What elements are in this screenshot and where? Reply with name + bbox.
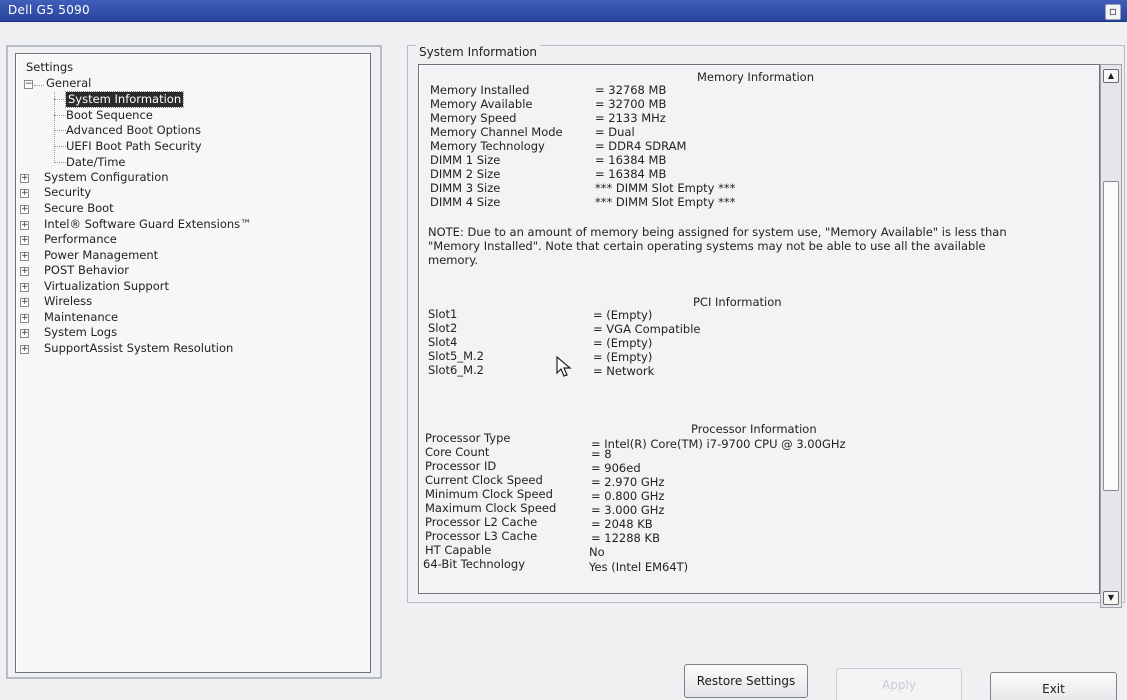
tree-item-system-logs[interactable]: System Logs: [44, 325, 117, 340]
pci-value: = Network: [593, 364, 655, 378]
expand-icon[interactable]: +: [20, 267, 29, 276]
tree-root-settings[interactable]: Settings: [26, 60, 73, 74]
restore-settings-button[interactable]: Restore Settings: [684, 664, 808, 698]
tree-item-intel-sgx[interactable]: Intel® Software Guard Extensions™: [44, 217, 252, 232]
processor-value: = 2.970 GHz: [591, 475, 665, 489]
pci-section-title: PCI Information: [693, 295, 782, 309]
memory-value: = 32700 MB: [595, 97, 667, 111]
title-bar: Dell G5 5090: [0, 0, 1127, 22]
expand-icon[interactable]: +: [20, 298, 29, 307]
processor-label: HT Capable: [425, 543, 492, 557]
processor-value: = 2048 KB: [591, 517, 653, 531]
memory-value: = 16384 MB: [595, 167, 667, 181]
pci-value: = (Empty): [593, 308, 653, 322]
processor-value: = 8: [591, 447, 612, 461]
pci-label: Slot6_M.2: [428, 363, 485, 377]
info-scrollbar[interactable]: ▲ ▼: [1100, 64, 1122, 608]
memory-value: *** DIMM Slot Empty ***: [595, 181, 736, 195]
memory-label: Memory Speed: [430, 111, 517, 125]
expand-icon[interactable]: +: [20, 283, 29, 292]
processor-label: Processor L2 Cache: [425, 515, 538, 529]
tree-item-security[interactable]: Security: [44, 185, 91, 200]
pci-label: Slot5_M.2: [428, 349, 485, 363]
memory-label: Memory Technology: [430, 139, 545, 153]
expand-icon[interactable]: +: [20, 252, 29, 261]
memory-label: Memory Installed: [430, 83, 530, 97]
expand-icon[interactable]: +: [20, 174, 29, 183]
memory-section-title: Memory Information: [697, 70, 814, 84]
pci-label: Slot1: [428, 307, 458, 321]
expand-icon[interactable]: +: [20, 189, 29, 198]
tree-item-post-behavior[interactable]: POST Behavior: [44, 263, 129, 278]
memory-label: DIMM 1 Size: [430, 153, 501, 167]
processor-value: = 0.800 GHz: [591, 489, 665, 503]
processor-value: Yes (Intel EM64T): [589, 560, 689, 574]
memory-label: Memory Channel Mode: [430, 125, 563, 139]
expand-icon[interactable]: +: [20, 345, 29, 354]
expand-icon[interactable]: +: [20, 314, 29, 323]
scroll-down-icon[interactable]: ▼: [1103, 591, 1119, 605]
processor-label: 64-Bit Technology: [423, 557, 526, 571]
window-control-icon[interactable]: ▫: [1105, 4, 1121, 20]
scroll-up-icon[interactable]: ▲: [1103, 69, 1119, 83]
settings-tree: Settings − General System Information Bo…: [15, 53, 371, 673]
processor-label: Maximum Clock Speed: [425, 501, 557, 515]
processor-value: = 906ed: [591, 461, 641, 475]
processor-label: Minimum Clock Speed: [425, 487, 553, 501]
exit-button[interactable]: Exit: [990, 672, 1117, 700]
tree-item-performance[interactable]: Performance: [44, 232, 117, 247]
tree-item-supportassist[interactable]: SupportAssist System Resolution: [44, 341, 233, 356]
collapse-icon[interactable]: −: [24, 80, 33, 89]
memory-label: DIMM 3 Size: [430, 181, 501, 195]
tree-item-wireless[interactable]: Wireless: [44, 294, 92, 309]
processor-section-title: Processor Information: [691, 422, 817, 436]
processor-label: Processor L3 Cache: [425, 529, 538, 543]
memory-value: = 2133 MHz: [595, 111, 666, 125]
tree-item-uefi-boot-path-security[interactable]: UEFI Boot Path Security: [66, 139, 202, 154]
tree-item-system-information[interactable]: System Information: [64, 91, 185, 108]
processor-label: Core Count: [425, 445, 490, 459]
processor-value: = 3.000 GHz: [591, 503, 665, 517]
memory-value: = Dual: [595, 125, 635, 139]
processor-value: = Intel(R) Core(TM) i7-9700 CPU @ 3.00GH…: [591, 437, 846, 451]
memory-note: NOTE: Due to an amount of memory being a…: [428, 225, 1007, 267]
memory-value: = DDR4 SDRAM: [595, 139, 687, 153]
expand-icon[interactable]: +: [20, 221, 29, 230]
memory-label: DIMM 2 Size: [430, 167, 501, 181]
tree-item-general[interactable]: General: [46, 76, 91, 91]
memory-value: = 32768 MB: [595, 83, 667, 97]
tree-item-secure-boot[interactable]: Secure Boot: [44, 201, 114, 216]
pci-label: Slot2: [428, 321, 458, 335]
tree-item-boot-sequence[interactable]: Boot Sequence: [66, 108, 153, 123]
system-information-content: Memory Information Memory Installed = 32…: [418, 64, 1100, 594]
pci-value: = (Empty): [593, 336, 653, 350]
mouse-pointer-icon: [556, 356, 572, 377]
processor-label: Processor ID: [425, 459, 497, 473]
tree-item-power-management[interactable]: Power Management: [44, 248, 158, 263]
expand-icon[interactable]: +: [20, 329, 29, 338]
settings-tree-pane: Settings − General System Information Bo…: [6, 45, 382, 679]
memory-label: DIMM 4 Size: [430, 195, 501, 209]
tree-item-virtualization-support[interactable]: Virtualization Support: [44, 279, 169, 294]
expand-icon[interactable]: +: [20, 205, 29, 214]
processor-label: Current Clock Speed: [425, 473, 543, 487]
expand-icon[interactable]: +: [20, 236, 29, 245]
processor-value: No: [589, 545, 605, 559]
group-label: System Information: [416, 45, 541, 59]
tree-item-system-configuration[interactable]: System Configuration: [44, 170, 169, 185]
processor-label: Processor Type: [425, 431, 511, 445]
pci-label: Slot4: [428, 335, 458, 349]
tree-item-maintenance[interactable]: Maintenance: [44, 310, 118, 325]
tree-item-advanced-boot-options[interactable]: Advanced Boot Options: [66, 123, 201, 138]
scroll-thumb[interactable]: [1103, 181, 1119, 491]
apply-button[interactable]: Apply: [836, 668, 962, 700]
processor-value: = 12288 KB: [591, 531, 660, 545]
pci-value: = (Empty): [593, 350, 653, 364]
pci-value: = VGA Compatible: [593, 322, 701, 336]
memory-label: Memory Available: [430, 97, 533, 111]
window-title: Dell G5 5090: [8, 3, 90, 17]
tree-item-date-time[interactable]: Date/Time: [66, 155, 126, 170]
memory-value: *** DIMM Slot Empty ***: [595, 195, 736, 209]
memory-value: = 16384 MB: [595, 153, 667, 167]
